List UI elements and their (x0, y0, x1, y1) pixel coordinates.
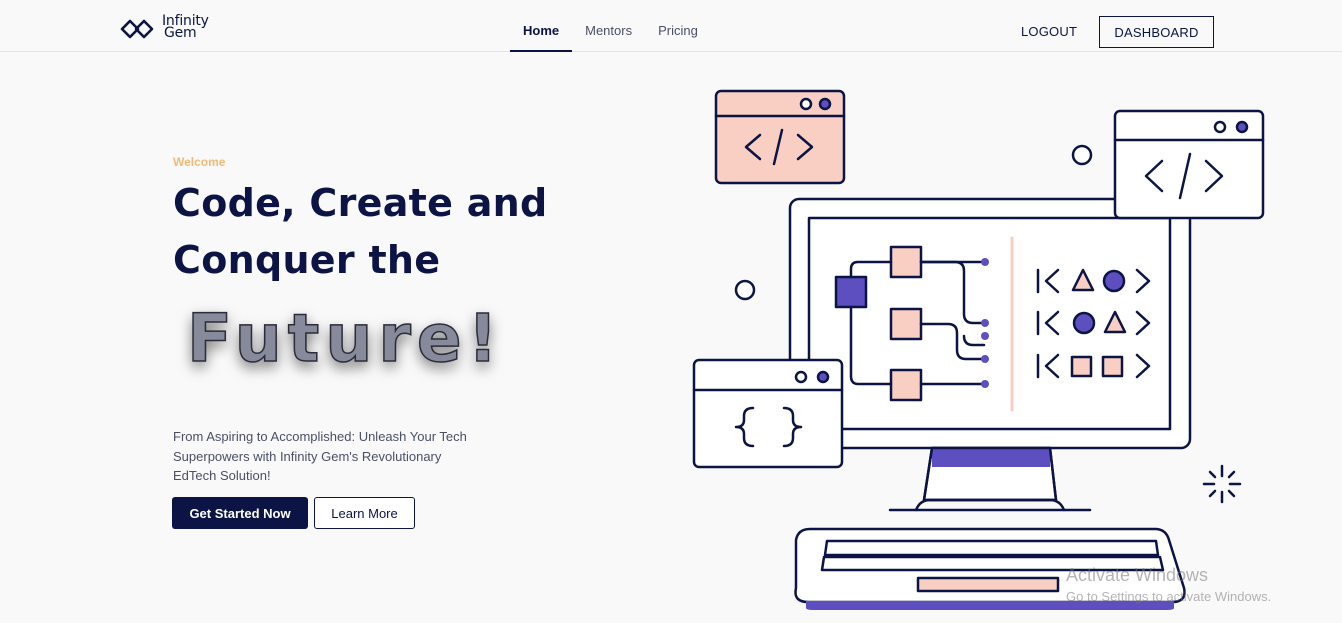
nav-mentors[interactable]: Mentors (572, 0, 645, 52)
learn-more-button[interactable]: Learn More (314, 497, 415, 529)
main-nav: Home Mentors Pricing (510, 0, 711, 52)
logout-link[interactable]: LOGOUT (1021, 24, 1077, 39)
decorative-circle-icon (734, 279, 756, 301)
code-window-icon (1113, 109, 1265, 220)
dashboard-button[interactable]: DASHBOARD (1099, 16, 1214, 48)
infinity-gem-logo-icon (120, 19, 154, 39)
code-window-icon (714, 89, 846, 185)
activate-windows-subtitle: Go to Settings to activate Windows. (1066, 589, 1272, 604)
nav-home[interactable]: Home (510, 0, 573, 52)
hero-highlight-text: Future! (186, 299, 504, 378)
nav-pricing[interactable]: Pricing (645, 0, 711, 52)
get-started-button[interactable]: Get Started Now (172, 497, 308, 529)
sparkle-icon (1202, 464, 1242, 504)
welcome-label: Welcome (173, 155, 226, 169)
hero-description: From Aspiring to Accomplished: Unleash Y… (173, 429, 467, 483)
hero-headline: Code, Create and Conquer the (173, 175, 603, 289)
headline-line-2: Conquer the (173, 238, 441, 282)
brand-wordmark: Infinity Gem (162, 14, 209, 40)
brand-logo[interactable]: Infinity Gem (120, 12, 209, 42)
site-header: Infinity Gem Home Mentors Pricing LOGOUT… (0, 0, 1342, 52)
decorative-circle-icon (1071, 144, 1093, 166)
braces-window-icon (692, 358, 844, 469)
computer-illustration (692, 89, 1265, 610)
headline-line-1: Code, Create and (173, 181, 548, 225)
activate-windows-title: Activate Windows (1066, 565, 1209, 585)
